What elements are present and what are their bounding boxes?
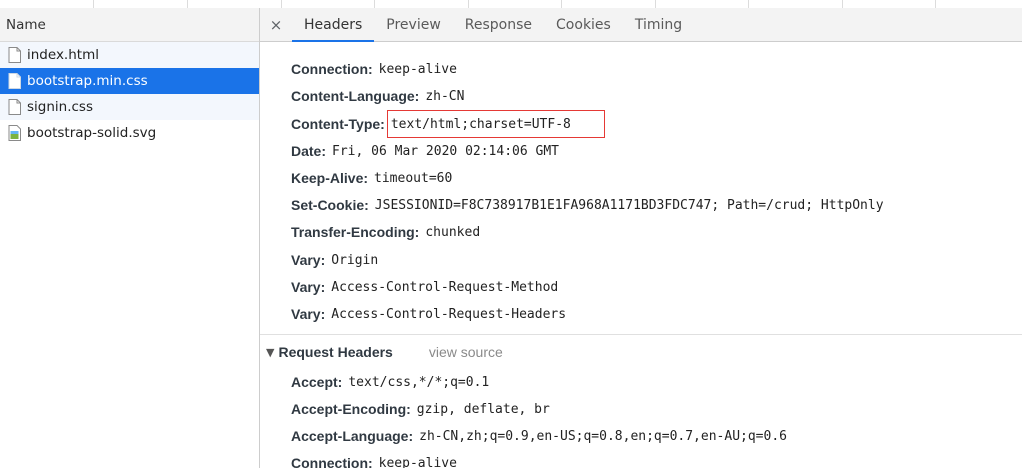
tab-cookies[interactable]: Cookies: [544, 8, 623, 41]
request-name: bootstrap-solid.svg: [27, 125, 157, 141]
header-key: Keep-Alive:: [291, 170, 369, 186]
document-icon: [8, 47, 21, 63]
request-row-bootstrap-min-css[interactable]: bootstrap.min.css: [0, 68, 259, 94]
document-icon: [8, 99, 21, 115]
section-divider: [260, 334, 1022, 335]
header-key: Accept-Language:: [291, 428, 414, 444]
header-key: Connection:: [291, 61, 373, 77]
header-key: Content-Language:: [291, 88, 420, 104]
header-key: Accept-Encoding:: [291, 401, 411, 417]
header-value: zh-CN,zh;q=0.9,en-US;q=0.8,en;q=0.7,en-A…: [419, 428, 787, 444]
document-icon: [8, 73, 21, 89]
header-key: Vary:: [291, 306, 326, 322]
header-value: Origin: [331, 252, 379, 268]
response-header-row: Connection: keep-alive: [291, 58, 457, 80]
view-source-link[interactable]: view source: [429, 344, 503, 360]
header-key: Set-Cookie:: [291, 197, 369, 213]
header-value: Access-Control-Request-Headers: [331, 306, 567, 322]
request-header-row: Accept-Encoding: gzip, deflate, br: [291, 398, 550, 420]
header-key: Connection:: [291, 455, 373, 468]
response-header-row: Set-Cookie: JSESSIONID=F8C738917B1E1FA96…: [291, 194, 884, 216]
tab-response[interactable]: Response: [453, 8, 544, 41]
request-name: signin.css: [27, 99, 93, 115]
tab-timing[interactable]: Timing: [623, 8, 694, 41]
header-value: chunked: [425, 224, 481, 240]
request-header-row: Accept-Language: zh-CN,zh;q=0.9,en-US;q=…: [291, 425, 787, 447]
request-headers-section-title[interactable]: ▼ Request Headers view source: [266, 341, 503, 363]
request-list-panel: Name index.html bootstrap.min.css signin…: [0, 8, 260, 468]
name-column-label: Name: [6, 16, 46, 33]
highlight-box: [387, 110, 605, 138]
response-header-row: Vary: Access-Control-Request-Headers: [291, 303, 566, 325]
response-header-row: Content-Language: zh-CN: [291, 85, 464, 107]
header-value: Fri, 06 Mar 2020 02:14:06 GMT: [332, 143, 559, 159]
header-value: zh-CN: [425, 88, 465, 104]
header-value: JSESSIONID=F8C738917B1E1FA968A1171BD3FDC…: [374, 197, 884, 213]
header-key: Vary:: [291, 279, 326, 295]
response-header-row: Date: Fri, 06 Mar 2020 02:14:06 GMT: [291, 140, 559, 162]
response-header-row: Keep-Alive: timeout=60: [291, 167, 452, 189]
tab-preview[interactable]: Preview: [374, 8, 453, 41]
request-header-row: Accept: text/css,*/*;q=0.1: [291, 371, 489, 393]
header-value: gzip, deflate, br: [416, 401, 550, 417]
tab-headers[interactable]: Headers: [292, 8, 375, 42]
header-value: timeout=60: [374, 170, 453, 186]
header-value: Access-Control-Request-Method: [331, 279, 559, 295]
request-details-panel: × Headers Preview Response Cookies Timin…: [260, 8, 1022, 468]
header-value: keep-alive: [378, 61, 457, 77]
header-key: Accept:: [291, 374, 343, 390]
header-key: Transfer-Encoding:: [291, 224, 420, 240]
response-header-row: Transfer-Encoding: chunked: [291, 221, 480, 243]
header-value: text/css,*/*;q=0.1: [348, 374, 490, 390]
header-key: Content-Type:: [291, 116, 385, 132]
response-header-row: Vary: Access-Control-Request-Method: [291, 276, 558, 298]
image-icon: [8, 125, 21, 141]
request-header-row: Connection: keep-alive: [291, 452, 457, 468]
header-key: Date:: [291, 143, 327, 159]
name-column-header[interactable]: Name: [0, 8, 259, 42]
request-row-bootstrap-solid-svg[interactable]: bootstrap-solid.svg: [0, 120, 259, 146]
header-key: Vary:: [291, 252, 326, 268]
header-value: keep-alive: [378, 455, 457, 468]
response-header-row: Vary: Origin: [291, 249, 378, 271]
triangle-down-icon[interactable]: ▼: [266, 346, 274, 359]
request-headers-label: Request Headers: [278, 344, 393, 360]
request-row-signin-css[interactable]: signin.css: [0, 94, 259, 120]
request-row-index-html[interactable]: index.html: [0, 42, 259, 68]
request-name: bootstrap.min.css: [27, 73, 148, 89]
close-icon[interactable]: ×: [260, 8, 292, 41]
details-tab-bar: × Headers Preview Response Cookies Timin…: [260, 8, 1022, 42]
request-name: index.html: [27, 47, 99, 63]
